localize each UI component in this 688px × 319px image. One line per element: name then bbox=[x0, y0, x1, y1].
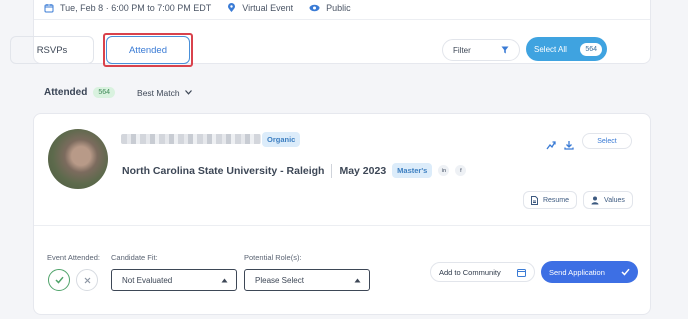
select-candidate-button[interactable]: Select bbox=[582, 133, 632, 149]
divider bbox=[331, 163, 333, 178]
degree-badge: Master's bbox=[392, 163, 433, 178]
source-tag: Organic bbox=[262, 132, 301, 147]
add-to-community-label: Add to Community bbox=[439, 267, 501, 277]
tab-rsvps[interactable]: RSVPs bbox=[10, 36, 94, 64]
school-name: North Carolina State University - Raleig… bbox=[122, 164, 325, 177]
filter-button[interactable]: Filter bbox=[442, 39, 520, 61]
event-location: Virtual Event bbox=[227, 3, 293, 13]
event-visibility: Public bbox=[309, 3, 351, 13]
candidate-fit-label: Candidate Fit: bbox=[111, 253, 158, 262]
caret-up-icon bbox=[354, 278, 361, 282]
candidate-fit-select[interactable]: Not Evaluated bbox=[111, 269, 237, 291]
location-pin-icon bbox=[228, 3, 236, 12]
select-all-count: 564 bbox=[580, 42, 602, 56]
check-icon bbox=[54, 276, 64, 284]
potential-roles-value: Please Select bbox=[255, 275, 304, 285]
graduation-date: May 2023 bbox=[339, 164, 387, 177]
event-datetime: Tue, Feb 8 · 6:00 PM to 7:00 PM EDT bbox=[44, 3, 211, 13]
linkedin-icon[interactable]: in bbox=[438, 165, 450, 176]
event-attended-label: Event Attended: bbox=[47, 253, 100, 262]
select-all-button[interactable]: Select All 564 bbox=[526, 37, 607, 61]
resume-label: Resume bbox=[542, 196, 570, 204]
facebook-icon[interactable]: f bbox=[455, 165, 467, 176]
send-application-label: Send Application bbox=[549, 267, 605, 277]
event-meta-row: Tue, Feb 8 · 6:00 PM to 7:00 PM EDT Virt… bbox=[44, 3, 367, 13]
divider bbox=[34, 225, 650, 226]
divider bbox=[34, 19, 650, 20]
sort-label: Best Match bbox=[137, 87, 180, 98]
calendar-icon bbox=[44, 4, 54, 13]
tab-attended[interactable]: Attended bbox=[106, 36, 190, 64]
attended-yes-button[interactable] bbox=[48, 269, 70, 291]
candidate-card: Organic North Carolina State University … bbox=[33, 113, 651, 315]
attended-count-badge: 564 bbox=[93, 87, 116, 98]
event-datetime-text: Tue, Feb 8 · 6:00 PM to 7:00 PM EDT bbox=[60, 3, 212, 13]
event-location-text: Virtual Event bbox=[242, 3, 294, 13]
trend-icon[interactable] bbox=[546, 137, 556, 155]
calendar-icon bbox=[517, 268, 526, 277]
event-visibility-text: Public bbox=[326, 3, 351, 13]
candidate-name-redacted bbox=[121, 134, 261, 144]
person-icon bbox=[591, 196, 599, 204]
resume-button[interactable]: Resume bbox=[523, 191, 577, 209]
candidate-fit-value: Not Evaluated bbox=[122, 275, 173, 285]
attended-no-button[interactable] bbox=[76, 269, 98, 291]
attended-list-header: Attended 564 Best Match bbox=[44, 87, 192, 98]
document-icon bbox=[530, 195, 538, 205]
add-to-community-button[interactable]: Add to Community bbox=[430, 262, 535, 282]
select-all-label: Select All bbox=[534, 44, 567, 54]
filter-label: Filter bbox=[453, 45, 471, 55]
education-row: North Carolina State University - Raleig… bbox=[122, 163, 467, 178]
eye-icon bbox=[309, 4, 320, 12]
sort-dropdown[interactable]: Best Match bbox=[137, 88, 192, 98]
close-icon bbox=[84, 277, 90, 283]
funnel-icon bbox=[501, 46, 509, 54]
values-label: Values bbox=[604, 196, 625, 204]
avatar bbox=[48, 129, 108, 189]
values-button[interactable]: Values bbox=[583, 191, 633, 209]
check-icon bbox=[621, 268, 630, 276]
attended-heading: Attended bbox=[44, 87, 88, 98]
potential-roles-label: Potential Role(s): bbox=[244, 253, 302, 262]
potential-roles-select[interactable]: Please Select bbox=[244, 269, 370, 291]
caret-up-icon bbox=[221, 278, 228, 282]
send-application-button[interactable]: Send Application bbox=[541, 261, 638, 283]
download-icon[interactable] bbox=[564, 137, 574, 155]
chevron-down-icon bbox=[184, 90, 192, 95]
